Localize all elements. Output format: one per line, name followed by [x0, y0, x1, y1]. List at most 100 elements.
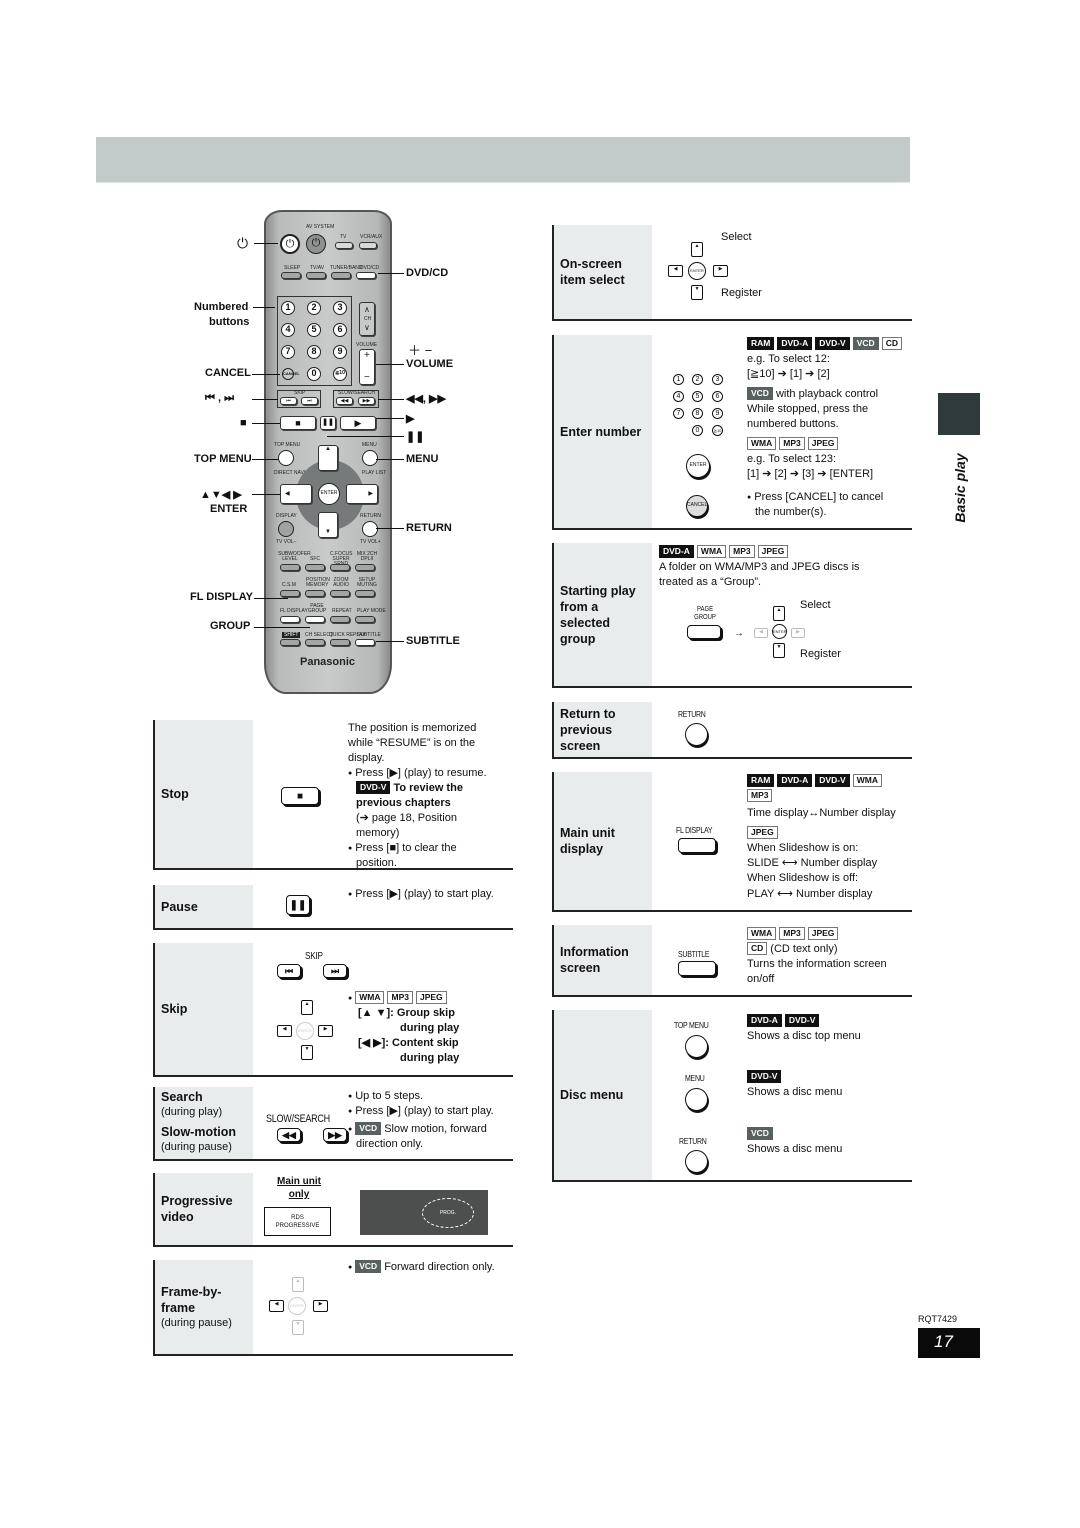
section-subtitle: (during pause) — [161, 1141, 232, 1153]
number-8-button[interactable]: 8 — [307, 345, 321, 359]
number-5-button[interactable]: 5 — [307, 323, 321, 337]
number-3-button[interactable]: 3 — [333, 301, 347, 315]
rds-progressive-button[interactable]: RDS PROGRESSIVE — [264, 1207, 331, 1236]
left-key[interactable]: ◀ — [754, 628, 768, 638]
enter-key[interactable]: ENTER — [688, 262, 706, 280]
enter-key[interactable]: ENTER — [296, 1022, 314, 1040]
pause-button[interactable]: ❚❚ — [320, 416, 336, 430]
av-system-power-button[interactable]: ⏻ — [306, 234, 326, 254]
subtitle-button[interactable] — [355, 639, 375, 646]
down-button[interactable]: ▼ — [318, 512, 338, 538]
zoom-audio-button[interactable] — [330, 590, 350, 597]
search-fwd-key[interactable]: ▶▶ — [323, 1128, 347, 1142]
down-key[interactable]: ▼ — [691, 285, 703, 300]
repeat-label: REPEAT — [332, 608, 352, 614]
menu-button[interactable] — [362, 450, 378, 466]
dvd-cd-button[interactable] — [356, 272, 376, 279]
volume-rocker[interactable]: + − — [359, 349, 375, 385]
number-9-button[interactable]: 9 — [333, 345, 347, 359]
repeat-button[interactable] — [330, 616, 350, 623]
right-key[interactable]: ▶ — [791, 628, 805, 638]
stop-button[interactable]: ■ — [280, 416, 316, 430]
right-button[interactable]: ▶ — [346, 484, 378, 504]
search-rev-key[interactable]: ◀◀ — [277, 1128, 301, 1142]
number-1-button[interactable]: 1 — [281, 301, 295, 315]
fl-display-button[interactable] — [280, 616, 300, 623]
return-key[interactable] — [685, 723, 708, 746]
left-key[interactable]: ◀ — [668, 265, 683, 277]
shift-button[interactable] — [280, 639, 300, 646]
menu-key[interactable] — [685, 1088, 708, 1111]
skip-prev-button[interactable]: ⏮ — [280, 397, 297, 405]
fl-display-key[interactable] — [678, 838, 716, 853]
cancel-button[interactable]: CANCEL — [282, 368, 300, 380]
ch-select-button[interactable] — [305, 639, 325, 646]
up-key[interactable]: ▲ — [773, 606, 785, 621]
right-key[interactable]: ▶ — [713, 265, 728, 277]
position-memory-button[interactable] — [305, 590, 325, 597]
cancel-key[interactable]: CANCEL — [686, 495, 708, 517]
number-6-button[interactable]: 6 — [333, 323, 347, 337]
right-key[interactable]: ▶ — [313, 1300, 328, 1312]
disc-tag: MP3 — [387, 991, 413, 1004]
vcr-aux-button[interactable] — [359, 242, 377, 249]
up-key[interactable]: ▲ — [691, 242, 703, 257]
power-button[interactable]: ⏻ — [280, 234, 300, 254]
skip-next-key[interactable]: ⏭ — [323, 964, 347, 978]
return-key[interactable] — [685, 1150, 708, 1173]
sleep-button[interactable] — [281, 272, 301, 279]
return-button[interactable] — [362, 521, 378, 537]
pause-key[interactable]: ❚❚ — [286, 895, 310, 915]
number-0-button[interactable]: 0 — [307, 367, 321, 381]
tv-av-button[interactable] — [306, 272, 326, 279]
play-mode-button[interactable] — [355, 616, 375, 623]
subtitle-key[interactable] — [678, 961, 716, 976]
up-key[interactable]: ▲ — [292, 1277, 304, 1292]
search-rev-button[interactable]: ◀◀ — [336, 397, 353, 405]
top-menu-button[interactable] — [278, 450, 294, 466]
left-button[interactable]: ◀ — [280, 484, 312, 504]
left-key[interactable]: ◀ — [269, 1300, 284, 1312]
down-key[interactable]: ▼ — [773, 643, 785, 658]
top-menu-description: DVD-A DVD-V Shows a disc top menu — [747, 1014, 861, 1044]
down-key[interactable]: ▼ — [292, 1320, 304, 1335]
up-key[interactable]: ▲ — [301, 1000, 313, 1015]
page-group-key[interactable] — [687, 625, 721, 639]
page-group-label: PAGE GROUP — [307, 603, 327, 614]
mix-2ch-button[interactable] — [355, 564, 375, 571]
leader-line — [252, 459, 278, 460]
enter-key[interactable]: ENTER — [288, 1297, 306, 1315]
disc-tag: DVD-V — [815, 337, 850, 350]
play-button[interactable]: ▶ — [340, 416, 376, 430]
number-2-button[interactable]: 2 — [307, 301, 321, 315]
top-menu-key[interactable] — [685, 1035, 708, 1058]
right-key[interactable]: ▶ — [318, 1025, 333, 1037]
csm-button[interactable] — [280, 590, 300, 597]
c-focus-button[interactable] — [330, 564, 350, 571]
down-key[interactable]: ▼ — [301, 1045, 313, 1060]
enter-key[interactable]: ENTER — [772, 624, 787, 639]
ge10-button[interactable]: ≧10 — [333, 367, 347, 381]
up-button[interactable]: ▲ — [318, 445, 338, 471]
channel-rocker[interactable]: ∧ CH ∨ — [359, 302, 375, 336]
display-button[interactable] — [278, 521, 294, 537]
skip-prev-key[interactable]: ⏮ — [277, 964, 301, 978]
page-group-button[interactable] — [305, 616, 325, 623]
quick-replay-button[interactable] — [330, 639, 350, 646]
sfc-button[interactable] — [305, 564, 325, 571]
number-4-button[interactable]: 4 — [281, 323, 295, 337]
tv-button[interactable] — [335, 242, 353, 249]
search-fwd-button[interactable]: ▶▶ — [358, 397, 375, 405]
enter-key[interactable]: ENTER — [686, 454, 710, 478]
enter-button[interactable]: ENTER — [318, 483, 340, 505]
setup-muting-button[interactable] — [355, 590, 375, 597]
number-7-button[interactable]: 7 — [281, 345, 295, 359]
search-callout: ◀◀, ▶▶ — [406, 393, 446, 405]
subwoofer-button[interactable] — [280, 564, 300, 571]
left-key[interactable]: ◀ — [277, 1025, 292, 1037]
text-line: PROGRESSIVE — [275, 1223, 320, 1229]
leader-line — [254, 243, 278, 244]
tuner-band-button[interactable] — [331, 272, 351, 279]
skip-next-button[interactable]: ⏭ — [301, 397, 318, 405]
stop-key[interactable]: ■ — [281, 787, 319, 805]
